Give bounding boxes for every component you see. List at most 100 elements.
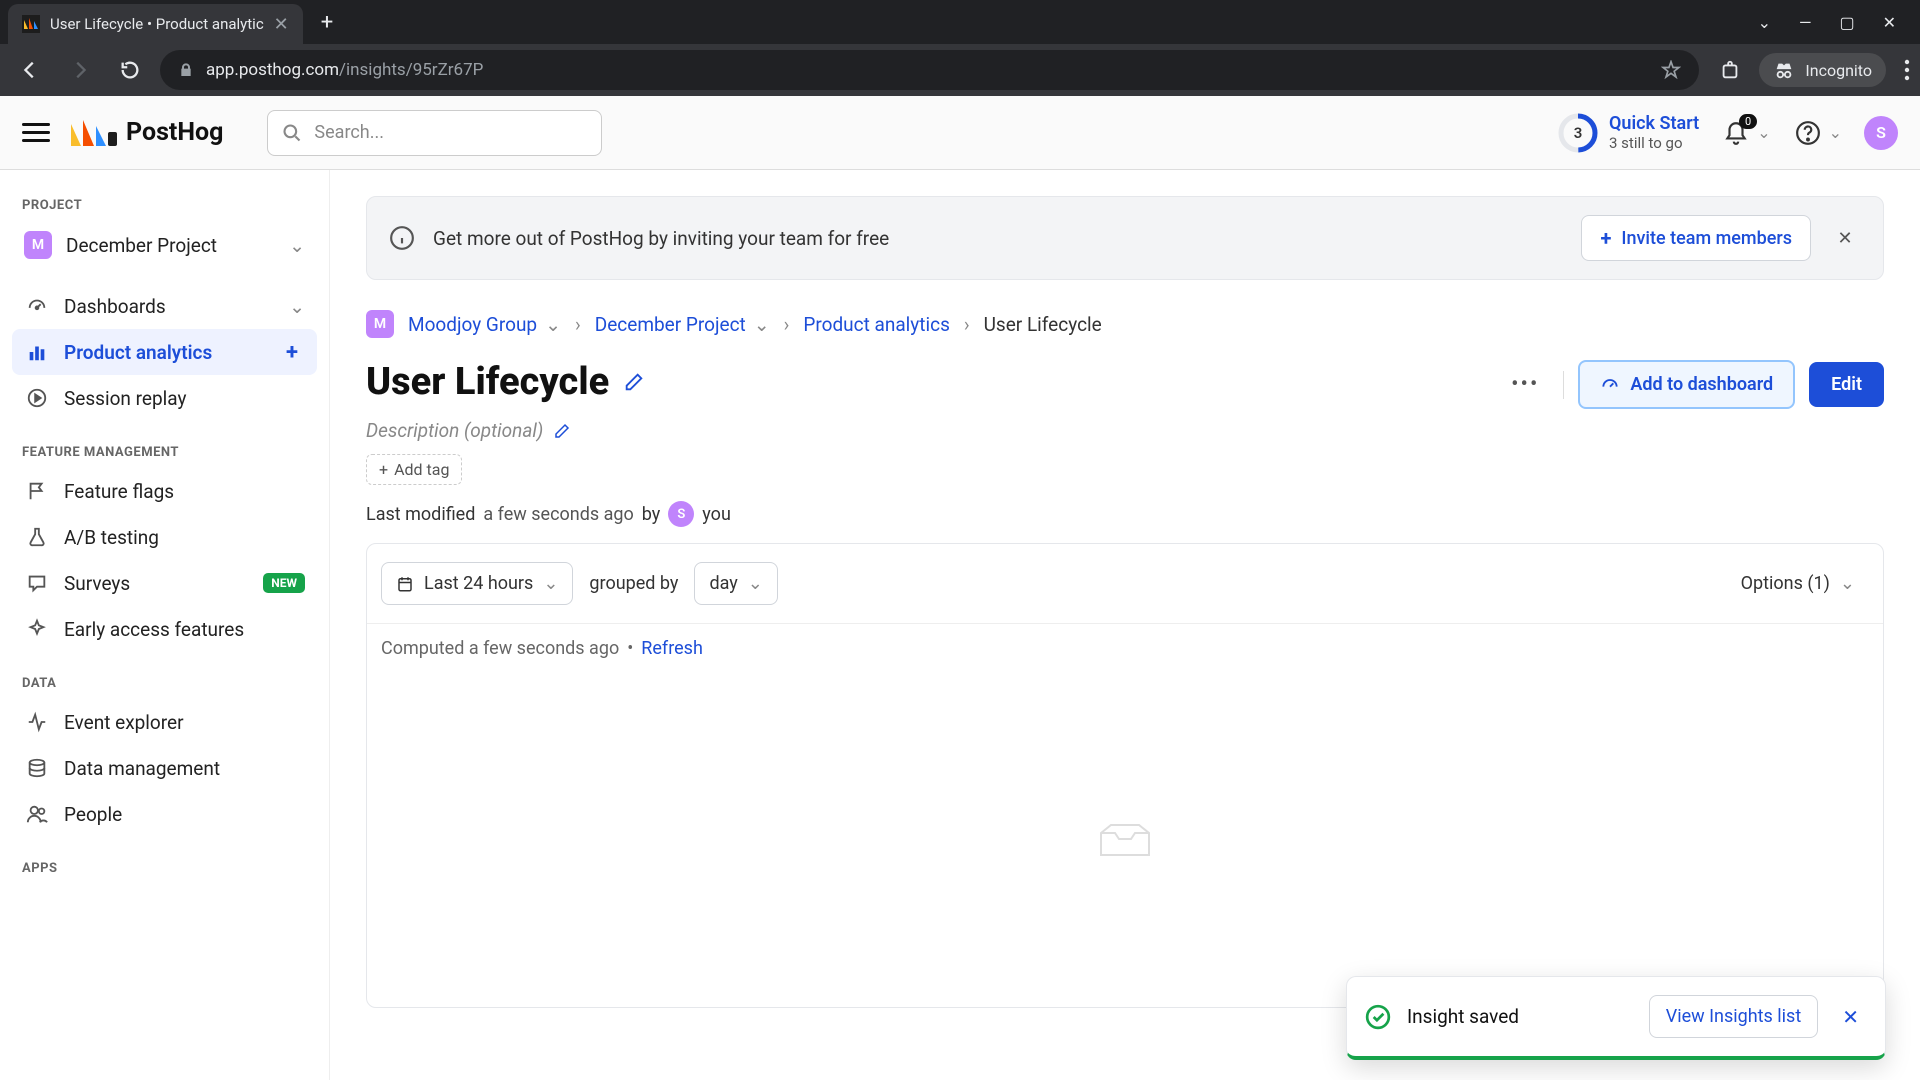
brand-name: PostHog bbox=[126, 118, 223, 147]
sidebar-item-label: Data management bbox=[64, 757, 220, 780]
bar-chart-icon bbox=[24, 339, 50, 365]
sidebar-section-project: PROJECT bbox=[12, 188, 317, 221]
refresh-link[interactable]: Refresh bbox=[641, 638, 703, 659]
modified-by: by bbox=[642, 504, 661, 525]
notifications-button[interactable]: 0 bbox=[1721, 118, 1751, 148]
sidebar-item-ab-testing[interactable]: A/B testing bbox=[12, 514, 317, 560]
group-by-dropdown[interactable]: day ⌄ bbox=[694, 562, 777, 605]
grouped-by-label: grouped by bbox=[589, 573, 678, 594]
title-row: User Lifecycle ••• Add to dashboard Edit bbox=[366, 360, 1884, 409]
database-icon bbox=[24, 755, 50, 781]
incognito-indicator[interactable]: Incognito bbox=[1759, 53, 1886, 87]
chart-card: Last 24 hours ⌄ grouped by day ⌄ Options… bbox=[366, 543, 1884, 1008]
sidebar-item-session-replay[interactable]: Session replay bbox=[12, 375, 317, 421]
chart-options-dropdown[interactable]: Options (1) ⌄ bbox=[1727, 563, 1869, 604]
sidebar-item-surveys[interactable]: Surveys NEW bbox=[12, 560, 317, 606]
toast-close-button[interactable]: ✕ bbox=[1834, 1001, 1867, 1033]
chat-icon bbox=[24, 570, 50, 596]
reload-button[interactable] bbox=[110, 50, 150, 90]
address-bar-right: Incognito bbox=[1719, 53, 1910, 87]
help-icon bbox=[1795, 120, 1821, 146]
url-input[interactable]: app.posthog.com/insights/95rZr67P bbox=[160, 50, 1699, 90]
gauge-icon bbox=[24, 293, 50, 319]
more-options-button[interactable]: ••• bbox=[1501, 366, 1549, 403]
add-tag-button[interactable]: + Add tag bbox=[366, 454, 462, 485]
sidebar-section-data: DATA bbox=[12, 666, 317, 699]
back-button[interactable] bbox=[10, 50, 50, 90]
forward-button[interactable] bbox=[60, 50, 100, 90]
chevron-down-icon: ⌄ bbox=[748, 573, 763, 594]
new-tab-button[interactable]: + bbox=[321, 10, 333, 35]
sidebar-item-early-access[interactable]: Early access features bbox=[12, 606, 317, 652]
sidebar-item-feature-flags[interactable]: Feature flags bbox=[12, 468, 317, 514]
sidebar-item-product-analytics[interactable]: Product analytics + bbox=[12, 329, 317, 375]
options-label: Options (1) bbox=[1741, 573, 1830, 594]
empty-state-icon bbox=[1097, 815, 1153, 859]
new-badge: NEW bbox=[263, 573, 305, 593]
flask-icon bbox=[24, 524, 50, 550]
edit-icon[interactable] bbox=[553, 422, 571, 440]
sidebar: PROJECT M December Project ⌄ Dashboards … bbox=[0, 170, 330, 1080]
search-input[interactable]: Search... bbox=[267, 110, 602, 156]
maximize-icon[interactable]: ▢ bbox=[1839, 13, 1854, 32]
sidebar-project-selector[interactable]: M December Project ⌄ bbox=[12, 221, 317, 269]
brand-logo[interactable]: PostHog bbox=[70, 118, 223, 148]
sidebar-section-feature: FEATURE MANAGEMENT bbox=[12, 435, 317, 468]
sidebar-item-people[interactable]: People bbox=[12, 791, 317, 837]
browser-tab[interactable]: User Lifecycle • Product analytic ✕ bbox=[8, 4, 303, 44]
sidebar-item-data-management[interactable]: Data management bbox=[12, 745, 317, 791]
breadcrumb-project[interactable]: December Project ⌄ bbox=[595, 313, 770, 336]
title-actions: ••• Add to dashboard Edit bbox=[1501, 360, 1884, 409]
main-content: Get more out of PostHog by inviting your… bbox=[330, 170, 1920, 1080]
sparkle-icon bbox=[24, 616, 50, 642]
sidebar-item-label: December Project bbox=[66, 234, 217, 257]
toast-message: Insight saved bbox=[1407, 1005, 1633, 1028]
edit-icon[interactable] bbox=[623, 371, 645, 393]
menu-toggle-button[interactable] bbox=[22, 119, 50, 147]
sidebar-item-label: Feature flags bbox=[64, 480, 174, 503]
window-controls: ⌄ — ▢ ✕ bbox=[1758, 13, 1912, 32]
lock-icon bbox=[178, 62, 194, 78]
sidebar-item-event-explorer[interactable]: Event explorer bbox=[12, 699, 317, 745]
header-right: 3 Quick Start 3 still to go 0 ⌄ ⌄ S bbox=[1557, 112, 1898, 154]
plus-icon: + bbox=[1600, 226, 1611, 250]
close-window-icon[interactable]: ✕ bbox=[1883, 13, 1896, 32]
description-row[interactable]: Description (optional) bbox=[366, 419, 1884, 442]
menu-icon[interactable] bbox=[1904, 59, 1910, 81]
add-insight-button[interactable]: + bbox=[279, 339, 305, 365]
banner-close-button[interactable]: ✕ bbox=[1829, 222, 1861, 254]
chevron-down-icon[interactable]: ⌄ bbox=[1758, 13, 1771, 32]
tab-bar: User Lifecycle • Product analytic ✕ + ⌄ … bbox=[0, 0, 1920, 44]
chevron-down-icon[interactable]: ⌄ bbox=[1829, 123, 1842, 142]
chevron-down-icon[interactable]: ⌄ bbox=[1757, 123, 1770, 142]
url-path: /insights/95rZr67P bbox=[339, 60, 483, 80]
chevron-down-icon: ⌄ bbox=[754, 313, 770, 336]
url-host: app.posthog.com bbox=[206, 60, 339, 80]
minimize-icon[interactable]: — bbox=[1799, 13, 1812, 32]
user-avatar[interactable]: S bbox=[1864, 116, 1898, 150]
breadcrumb-section[interactable]: Product analytics bbox=[803, 313, 950, 336]
tab-title: User Lifecycle • Product analytic bbox=[50, 15, 264, 33]
address-bar: app.posthog.com/insights/95rZr67P Incogn… bbox=[0, 44, 1920, 96]
invite-team-button[interactable]: + Invite team members bbox=[1581, 215, 1811, 261]
close-icon[interactable]: ✕ bbox=[274, 14, 289, 35]
bookmark-icon[interactable] bbox=[1661, 60, 1681, 80]
people-icon bbox=[24, 801, 50, 827]
sidebar-item-label: People bbox=[64, 803, 122, 826]
plus-icon: + bbox=[379, 460, 388, 479]
gauge-plus-icon bbox=[1600, 375, 1620, 395]
toast-notification: Insight saved View Insights list ✕ bbox=[1346, 976, 1886, 1060]
edit-button[interactable]: Edit bbox=[1809, 362, 1884, 407]
help-button[interactable] bbox=[1793, 118, 1823, 148]
add-to-dashboard-button[interactable]: Add to dashboard bbox=[1578, 360, 1795, 409]
favicon-icon bbox=[22, 15, 40, 33]
extensions-icon[interactable] bbox=[1719, 59, 1741, 81]
breadcrumb: M Moodjoy Group ⌄ › December Project ⌄ ›… bbox=[366, 310, 1884, 338]
breadcrumb-org[interactable]: Moodjoy Group ⌄ bbox=[408, 313, 561, 336]
calendar-icon bbox=[396, 575, 414, 593]
banner-message: Get more out of PostHog by inviting your… bbox=[433, 227, 1563, 250]
quick-start-widget[interactable]: 3 Quick Start 3 still to go bbox=[1557, 112, 1699, 154]
toast-action-button[interactable]: View Insights list bbox=[1649, 995, 1818, 1038]
sidebar-item-dashboards[interactable]: Dashboards ⌄ bbox=[12, 283, 317, 329]
date-range-dropdown[interactable]: Last 24 hours ⌄ bbox=[381, 562, 573, 605]
